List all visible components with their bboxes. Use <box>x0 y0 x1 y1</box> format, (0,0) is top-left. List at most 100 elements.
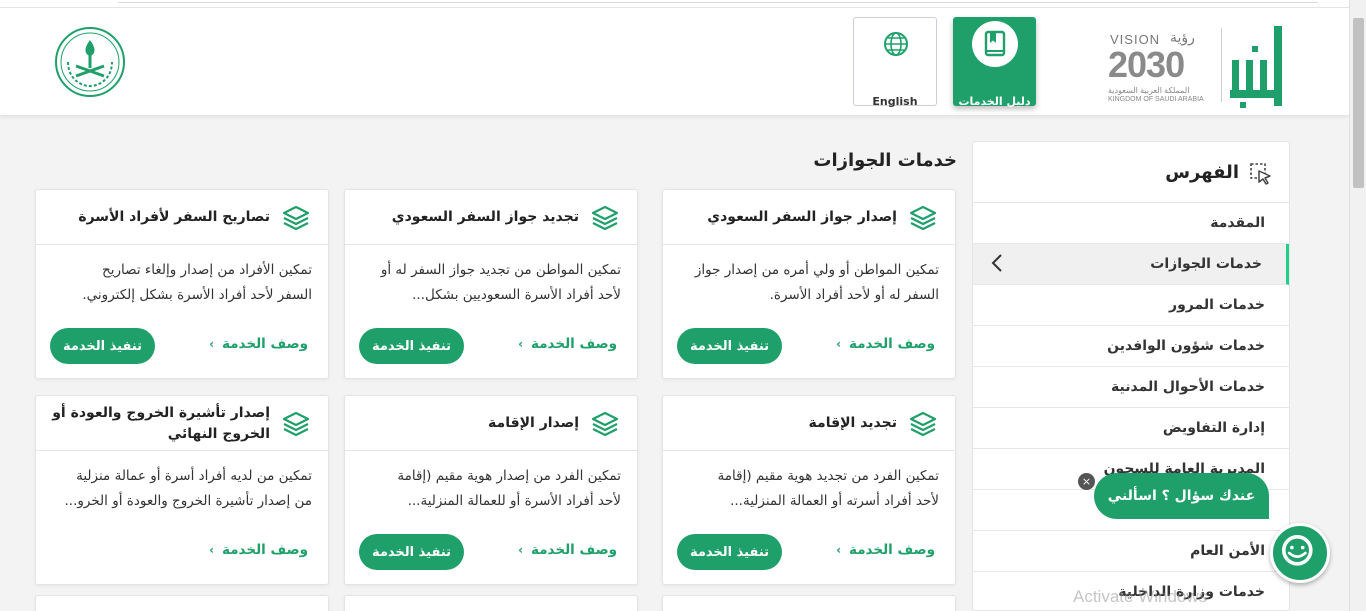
layers-icon <box>909 205 937 231</box>
chevron-left-icon <box>991 254 1002 272</box>
sidebar-item-label: خدمات المرور <box>1169 297 1265 313</box>
sidebar-title: الفهرس <box>1165 162 1239 183</box>
sidebar-item-public-security[interactable]: الأمن العام <box>973 531 1289 572</box>
desc-line: تمكين الفرد من تجديد هوية مقيم (إقامة <box>717 468 939 484</box>
globe-icon <box>884 32 908 56</box>
card-description: تمكين الفرد من تجديد هوية مقيم (إقامة لأ… <box>677 464 939 514</box>
service-card-partial <box>35 595 329 611</box>
service-description-link[interactable]: ‹ وصف الخدمة <box>518 542 617 558</box>
sidebar-item-label: المقدمة <box>1210 215 1265 231</box>
sidebar-header: الفهرس <box>973 142 1289 203</box>
sidebar-item-label: إدارة التفاويض <box>1162 420 1265 436</box>
card-description: تمكين المواطن أو ولي أمره من إصدار جواز … <box>677 258 939 308</box>
service-card-partial <box>344 595 638 611</box>
sidebar-item-expatriates[interactable]: خدمات شؤون الوافدين <box>973 326 1289 367</box>
desc-line: السفر لأحد أفراد الأسرة بشكل إلكتروني. <box>82 287 312 303</box>
page-scrollbar[interactable] <box>1349 0 1366 611</box>
desc-line: لأحد أفراد الأسرة السعوديين بشكل... <box>412 287 621 303</box>
card-header: تصاريح السفر لأفراد الأسرة <box>36 190 328 245</box>
desc-line: تمكين من لديه أفراد أسرة أو عمالة منزلية <box>76 468 312 484</box>
card-header: إصدار الإقامة <box>345 396 637 451</box>
sidebar-item-label: خدمات الأحوال المدنية <box>1111 379 1265 395</box>
vision-kingdom-en: KINGDOM OF SAUDI ARABIA <box>1108 96 1204 103</box>
layers-icon <box>282 411 310 437</box>
book-icon-wrap <box>972 21 1018 67</box>
card-title: تجديد الإقامة <box>808 415 897 431</box>
card-title-line: إصدار تأشيرة الخروج والعودة أو <box>52 404 270 421</box>
card-description: تمكين من لديه أفراد أسرة أو عمالة منزلية… <box>50 464 312 514</box>
service-card: إصدار جواز السفر السعودي تمكين المواطن أ… <box>662 189 956 379</box>
layers-icon <box>591 205 619 231</box>
desc-line: تمكين المواطن أو ولي أمره من إصدار جواز <box>694 262 939 278</box>
sidebar-item-label: خدمات الجوازات <box>1150 256 1262 272</box>
logo-divider <box>1221 28 1222 102</box>
chatbot-face-icon <box>1282 535 1313 566</box>
execute-service-button[interactable]: تنفيذ الخدمة <box>50 328 155 364</box>
services-guide-label: دليل الخدمات <box>958 95 1031 108</box>
sidebar-item-label: الأمن العام <box>1190 543 1265 559</box>
execute-service-button[interactable]: تنفيذ الخدمة <box>677 534 782 570</box>
service-description-link[interactable]: ‹ وصف الخدمة <box>209 336 308 352</box>
vision-kingdom-ar: المملكة العربية السعودية <box>1108 86 1190 95</box>
desc-link-label: وصف الخدمة <box>849 336 935 352</box>
execute-service-button[interactable]: تنفيذ الخدمة <box>359 328 464 364</box>
card-description: تمكين المواطن من تجديد جواز السفر له أو … <box>359 258 621 308</box>
chat-close-button[interactable]: × <box>1078 473 1095 490</box>
chatbot-avatar-button[interactable] <box>1270 523 1330 583</box>
sidebar-item-delegations[interactable]: إدارة التفاويض <box>973 408 1289 449</box>
service-description-link[interactable]: ‹ وصف الخدمة <box>518 336 617 352</box>
vision-year: 2030 <box>1108 44 1185 85</box>
service-description-link[interactable]: ‹ وصف الخدمة <box>209 542 308 558</box>
service-card: تجديد الإقامة تمكين الفرد من تجديد هوية … <box>662 395 956 585</box>
desc-link-label: وصف الخدمة <box>531 542 617 558</box>
card-header: تجديد جواز السفر السعودي <box>345 190 637 245</box>
service-description-link[interactable]: ‹ وصف الخدمة <box>836 336 935 352</box>
chevron-left-icon: ‹ <box>518 337 524 351</box>
sidebar-item-civil-affairs[interactable]: خدمات الأحوال المدنية <box>973 367 1289 408</box>
service-description-link[interactable]: ‹ وصف الخدمة <box>836 542 935 558</box>
tab-strip <box>118 0 1318 3</box>
vision-2030-logo: VISION رؤية 2030 المملكة العربية السعودي… <box>1108 30 1218 110</box>
cursor-select-icon <box>1250 163 1271 185</box>
card-header: إصدار جواز السفر السعودي <box>663 190 955 245</box>
card-header: إصدار تأشيرة الخروج والعودة أو الخروج ال… <box>36 396 328 451</box>
sidebar-item-intro[interactable]: المقدمة <box>973 203 1289 244</box>
chat-prompt-bubble[interactable]: عندك سؤال ؟ اسألني <box>1094 473 1269 519</box>
desc-link-label: وصف الخدمة <box>222 542 308 558</box>
card-title-line: الخروج النهائي <box>167 425 270 442</box>
layers-icon <box>282 205 310 231</box>
service-card: إصدار تأشيرة الخروج والعودة أو الخروج ال… <box>35 395 329 585</box>
card-description: تمكين الأفراد من إصدار وإلغاء تصاريح الس… <box>50 258 312 308</box>
desc-line: تمكين الأفراد من إصدار وإلغاء تصاريح <box>102 262 312 278</box>
services-guide-button[interactable]: دليل الخدمات <box>953 17 1036 108</box>
execute-service-button[interactable]: تنفيذ الخدمة <box>359 534 464 570</box>
absher-logo[interactable] <box>1226 24 1288 110</box>
desc-line: تمكين الفرد من إصدار هوية مقيم (إقامة <box>397 468 621 484</box>
scrollbar-thumb[interactable] <box>1353 18 1364 188</box>
desc-link-label: وصف الخدمة <box>531 336 617 352</box>
card-title: إصدار الإقامة <box>488 415 579 431</box>
desc-line: لأحد أفراد أسرته أو العمالة المنزلية... <box>730 493 939 509</box>
execute-service-button[interactable]: تنفيذ الخدمة <box>677 328 782 364</box>
card-header: تجديد الإقامة <box>663 396 955 451</box>
index-sidebar: الفهرس المقدمة خدمات الجوازات خدمات المر… <box>972 141 1290 611</box>
sidebar-item-traffic[interactable]: خدمات المرور <box>973 285 1289 326</box>
desc-link-label: وصف الخدمة <box>849 542 935 558</box>
chevron-left-icon: ‹ <box>518 543 524 557</box>
browser-topline <box>0 0 1349 8</box>
desc-line: السفر له أو لأحد أفراد الأسرة. <box>769 287 939 303</box>
english-button[interactable]: English <box>853 17 937 108</box>
card-description: تمكين الفرد من إصدار هوية مقيم (إقامة لأ… <box>359 464 621 514</box>
site-header: English دليل الخدمات VISION رؤية 2030 ال… <box>0 8 1349 115</box>
service-card: تصاريح السفر لأفراد الأسرة تمكين الأفراد… <box>35 189 329 379</box>
card-title: إصدار جواز السفر السعودي <box>707 209 897 225</box>
saudi-emblem-icon[interactable] <box>54 26 126 98</box>
chevron-left-icon: ‹ <box>836 337 842 351</box>
english-label: English <box>872 95 918 108</box>
section-title: خدمات الجوازات <box>813 150 957 171</box>
desc-line: تمكين المواطن من تجديد جواز السفر له أو <box>380 262 621 278</box>
sidebar-item-passports[interactable]: خدمات الجوازات <box>973 244 1289 285</box>
chevron-left-icon: ‹ <box>209 543 215 557</box>
service-card: تجديد جواز السفر السعودي تمكين المواطن م… <box>344 189 638 379</box>
book-icon <box>984 30 1006 57</box>
